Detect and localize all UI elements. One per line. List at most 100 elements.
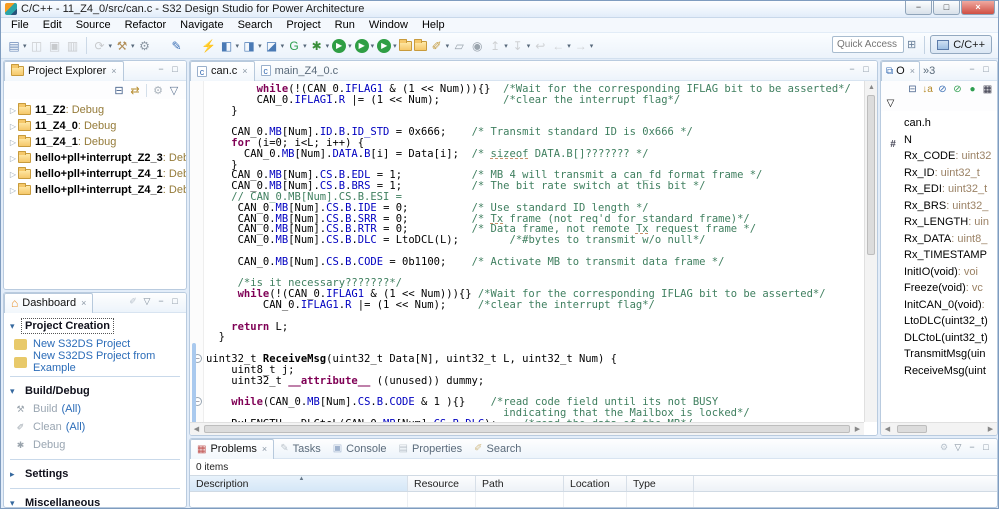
column-header-resource[interactable]: Resource [408,476,476,491]
collapse-all-icon[interactable]: ⊟ [905,83,920,97]
new-source-file-button[interactable]: ◪ ▾ [264,36,284,56]
expand-icon[interactable]: ▷ [8,106,18,115]
link-suffix[interactable]: (All) [66,421,86,433]
forward-button[interactable]: → ▾ [573,36,594,56]
expand-icon[interactable]: ▷ [8,122,18,131]
column-header-location[interactable]: Location [564,476,627,491]
prev-annotation-button[interactable]: ↥ ▾ [487,36,508,56]
tab-tasks[interactable]: ✎ Tasks [274,439,327,459]
scroll-right-icon[interactable]: ▶ [851,423,864,435]
coverage-button[interactable]: ▶ ▾ [376,36,397,56]
scroll-up-icon[interactable]: ▲ [865,81,877,94]
menu-edit[interactable]: Edit [36,19,69,31]
editor-horizontal-scrollbar[interactable]: ◀ ▶ [190,422,864,435]
view-menu-icon[interactable]: ▽ [883,97,898,111]
menu-window[interactable]: Window [362,19,415,31]
new-cpp-project-button[interactable]: ◨ ▾ [241,36,261,56]
new-wizard-button[interactable]: ▤ ▾ [6,36,26,56]
column-header-type[interactable]: Type [627,476,694,491]
chevron-down-icon[interactable]: ▾ [10,386,22,397]
scroll-left-icon[interactable]: ◀ [190,423,203,435]
close-icon[interactable]: × [81,298,86,308]
filters-icon[interactable]: ⚙ [150,84,166,97]
scroll-right-icon[interactable]: ▶ [984,423,997,435]
tab-can-c[interactable]: c can.c × [190,61,255,81]
project-item[interactable]: ▷ 11_Z4_1: Debug [8,134,186,150]
generate-makefile-button[interactable]: G ▾ [286,36,306,56]
new-s-ds-project-from-example-link[interactable]: New S32DS Project from Example [10,350,180,374]
outline-item-rx_id[interactable]: Rx_ID : uint32_t [887,165,997,182]
scroll-left-icon[interactable]: ◀ [881,423,894,435]
minimize-view-button[interactable]: − [154,64,168,74]
close-window-button[interactable]: × [961,1,995,15]
menu-search[interactable]: Search [231,19,280,31]
debug-button[interactable]: ✱ ▾ [309,36,330,56]
dashboard-section-project-creation[interactable]: ▾ Project Creation [10,317,180,335]
link-with-editor-icon[interactable]: ⇄ [127,84,143,97]
dashboard-section-miscellaneous[interactable]: ▾ Miscellaneous [10,494,180,508]
link-suffix[interactable]: (All) [61,403,81,415]
outline-item-canh[interactable]: can.h [887,115,997,132]
outline-item-initcan_0void[interactable]: InitCAN_0(void) : [887,297,997,314]
chevron-right-icon[interactable]: ▸ [10,469,22,480]
chevron-down-icon[interactable]: ▾ [10,498,22,508]
editor-gutter[interactable]: − − [190,81,204,430]
scrollbar-thumb[interactable] [897,425,927,433]
expand-icon[interactable]: ▷ [8,138,18,147]
save-all-button[interactable]: ▣ [47,36,63,56]
project-item[interactable]: ▷ 11_Z2: Debug [8,102,186,118]
chevron-down-icon[interactable]: ▾ [10,321,22,332]
close-icon[interactable]: × [910,66,915,76]
expand-icon[interactable]: ▷ [8,154,18,163]
minimize-view-button[interactable]: − [965,64,979,74]
outline-horizontal-scrollbar[interactable]: ◀ ▶ [881,422,997,435]
tab-search[interactable]: ✐ Search [468,439,527,459]
project-item[interactable]: ▷ hello+pll+interrupt_Z4_1: Debug [8,166,186,182]
project-item[interactable]: ▷ hello+pll+interrupt_Z2_3: Debug [8,150,186,166]
tab-main_Z4_0-c[interactable]: c main_Z4_0.c [255,61,345,81]
editor-vertical-scrollbar[interactable]: ▲ [864,81,877,422]
outline-item-rx_code[interactable]: Rx_CODE : uint32 [887,148,997,165]
outline-item-initiovoid[interactable]: InitIO(void) : voi [887,264,997,281]
maximize-view-button[interactable]: □ [979,64,993,74]
build-project-button[interactable]: ⚙ [137,36,153,56]
filters-icon[interactable]: ▦ [980,83,995,97]
hide-non-public-icon[interactable]: ● [965,83,980,97]
save-button[interactable]: ◫ [29,36,45,56]
open-folder-button[interactable] [398,36,412,56]
scrollbar-thumb[interactable] [867,95,875,255]
perspective-c-cpp-button[interactable]: C/C++ [930,35,992,54]
tab-project-explorer[interactable]: Project Explorer × [4,61,124,81]
build-all-button[interactable]: ⟳ ▾ [92,36,112,56]
outline-item-rx_brs[interactable]: Rx_BRS : uint32_ [887,198,997,215]
outline-item-transmitmsguin[interactable]: TransmitMsg(uin [887,346,997,363]
column-header-description[interactable]: Description ▲ [190,476,408,491]
project-item[interactable]: ▷ hello+pll+interrupt_Z4_2: Debug [8,182,186,198]
restore-window-button[interactable]: □ [933,1,960,15]
scrollbar-thumb[interactable] [204,425,850,433]
dashboard-section-settings[interactable]: ▸ Settings [10,465,180,483]
outline-item-rx_length[interactable]: Rx_LENGTH : uin [887,214,997,231]
tab-dashboard[interactable]: ⌂ Dashboard × [4,293,94,313]
code-area[interactable]: while(!(CAN_0.IFLAG1 & (1 << Num))){} /*… [206,81,864,422]
tab-console[interactable]: ▣ Console [327,439,393,459]
quick-access-input[interactable] [831,36,904,53]
minimize-view-button[interactable]: − [965,442,979,453]
dashboard-section-build-debug[interactable]: ▾ Build/Debug [10,382,180,400]
outline-item-receivemsguint[interactable]: ReceiveMsg(uint [887,363,997,380]
run-button[interactable]: ▶ ▾ [331,36,352,56]
new-c-project-button[interactable]: ◧ ▾ [219,36,239,56]
sort-icon[interactable]: ↓a [920,83,935,97]
outline-item-ltodlcuint32_t[interactable]: LtoDLC(uint32_t) [887,313,997,330]
back-button[interactable]: ← ▾ [550,36,571,56]
minimize-view-button[interactable]: − [845,64,859,74]
menu-refactor[interactable]: Refactor [118,19,174,31]
next-annotation-button[interactable]: ↧ ▾ [510,36,531,56]
maximize-view-button[interactable]: □ [168,64,182,74]
view-menu-icon[interactable]: ▽ [140,296,154,307]
outline-item-n[interactable]: # N [887,132,997,148]
open-perspective-icon[interactable]: ⊞ [907,38,916,51]
profile-button[interactable]: ▶ ▾ [354,36,374,56]
toggle-mark-button[interactable]: ◉ [469,36,485,56]
more-views-chevron[interactable]: »3 [920,61,938,81]
